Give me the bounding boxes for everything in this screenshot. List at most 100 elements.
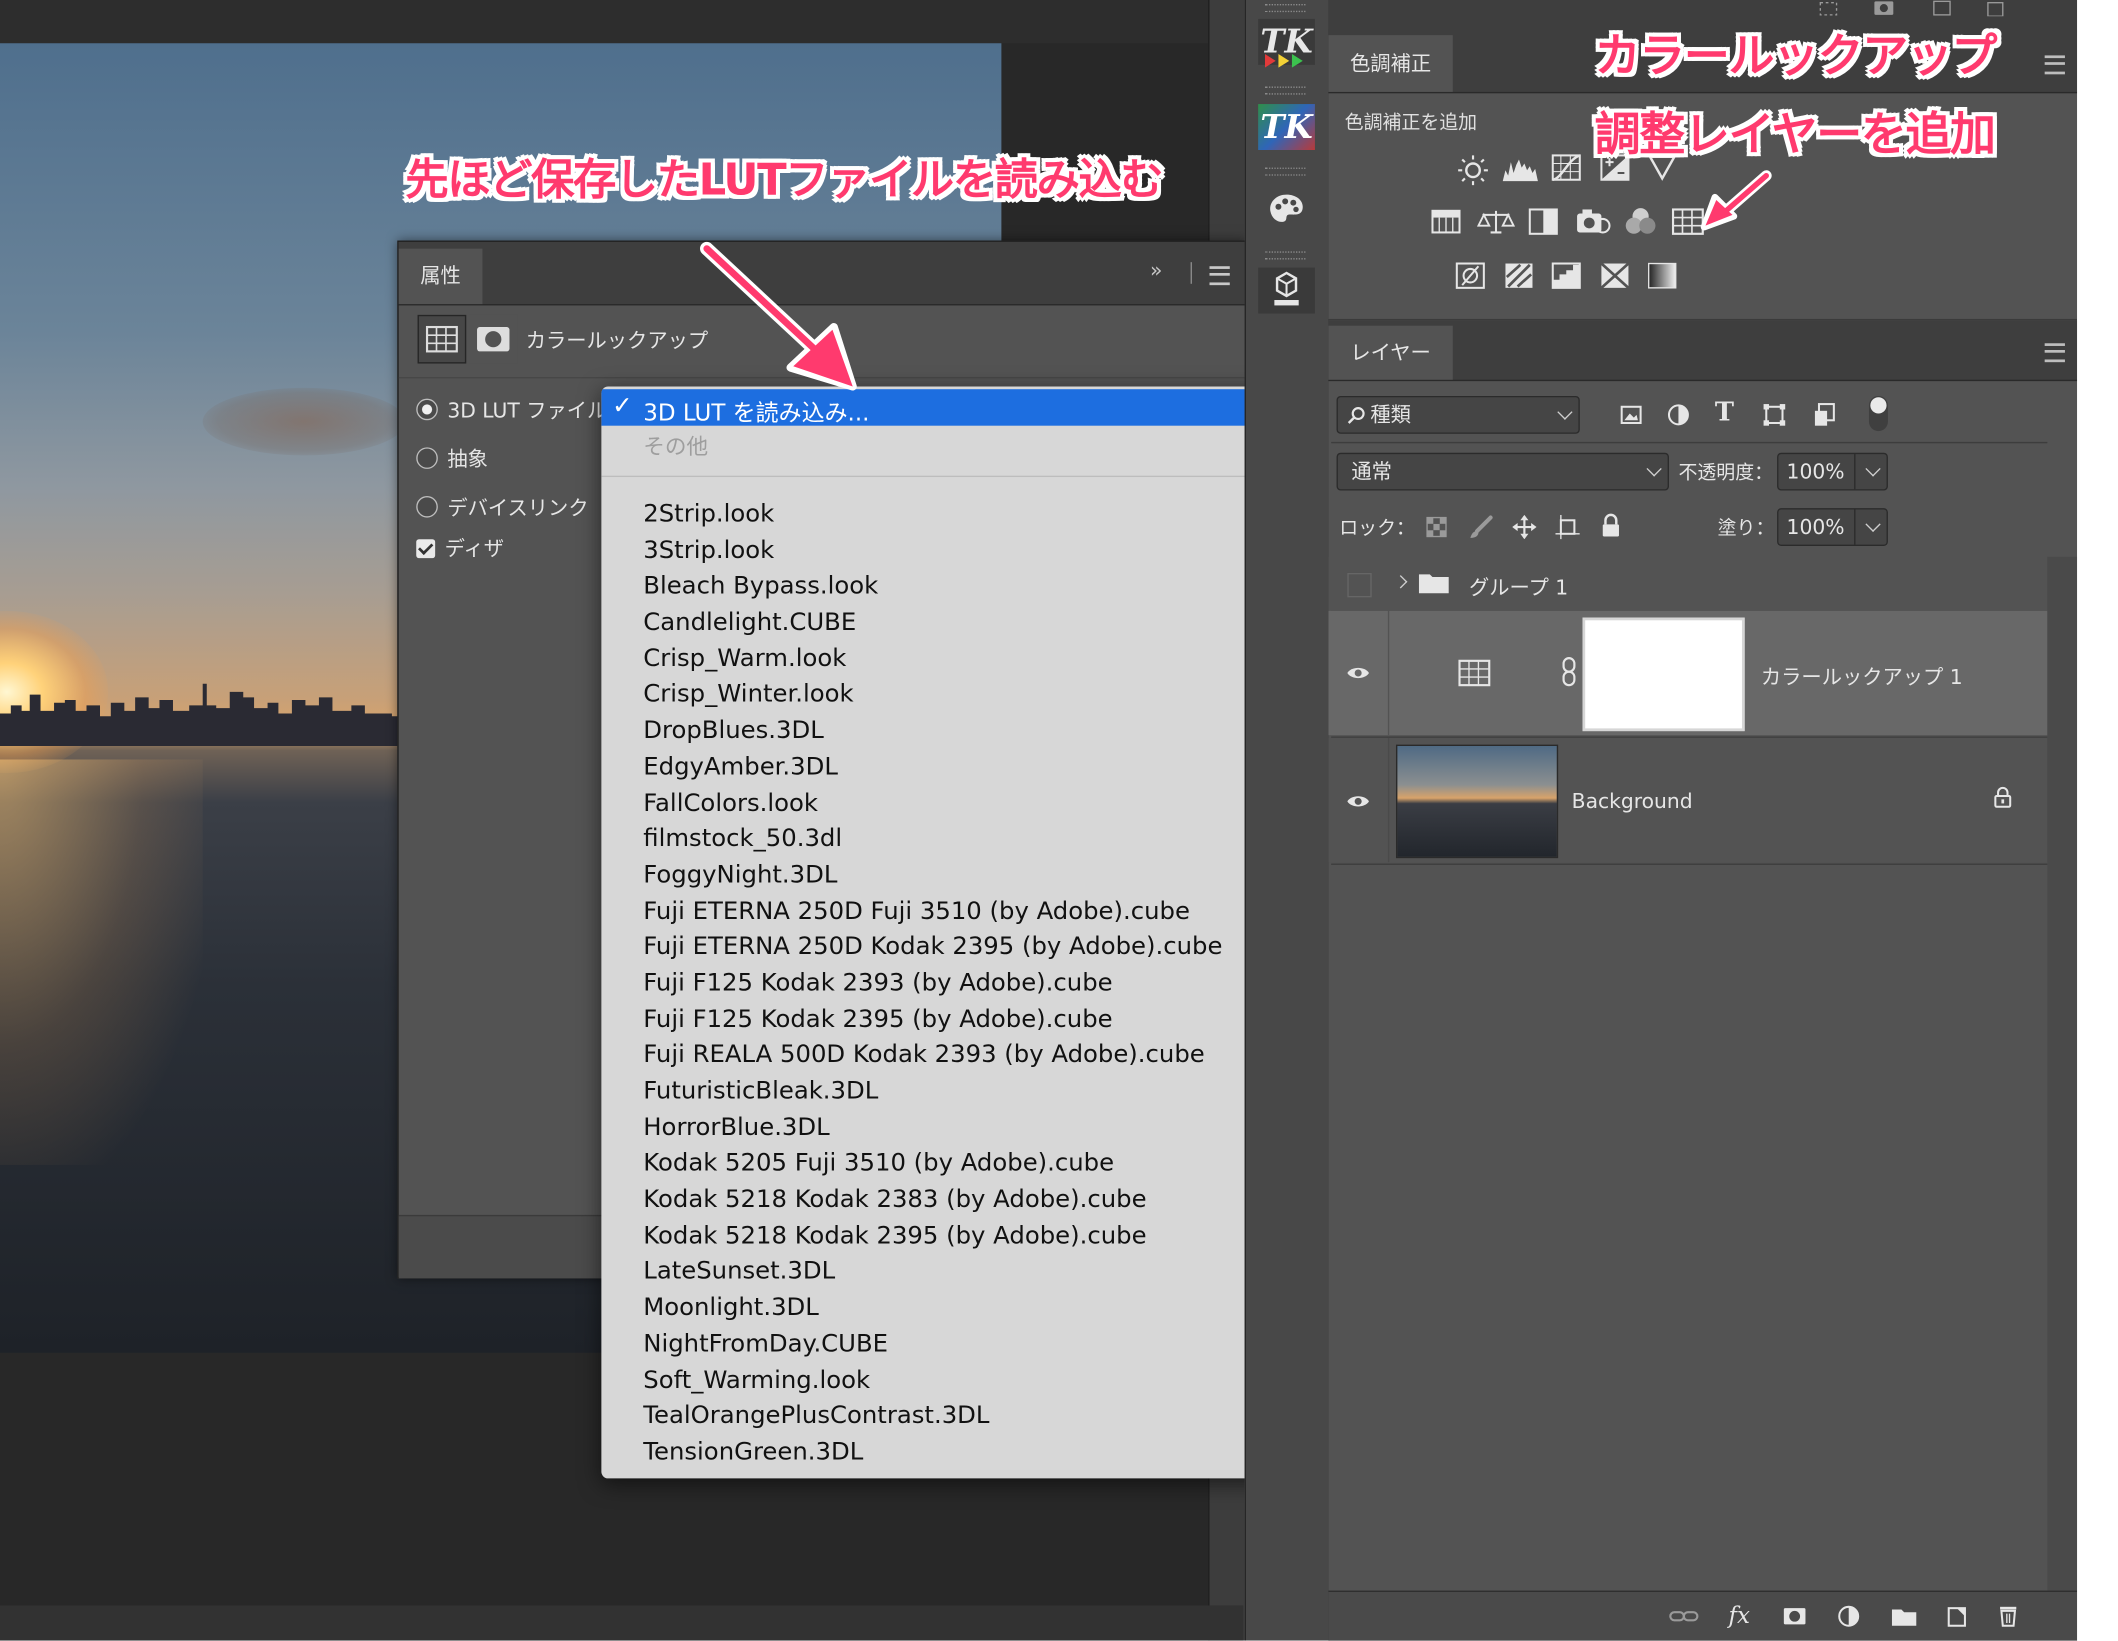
- menu-item[interactable]: Bleach Bypass.look: [643, 569, 1222, 605]
- posterize-icon[interactable]: [1504, 262, 1534, 289]
- 3d-panel-button[interactable]: [1258, 267, 1315, 314]
- menu-item[interactable]: filmstock_50.3dl: [643, 822, 1222, 858]
- menu-item[interactable]: NightFromDay.CUBE: [643, 1327, 1222, 1363]
- tab-adjustments[interactable]: 色調補正: [1328, 35, 1453, 92]
- menu-item[interactable]: Kodak 5218 Kodak 2383 (by Adobe).cube: [643, 1183, 1222, 1219]
- grip[interactable]: [1264, 251, 1306, 260]
- lock-artboard-icon[interactable]: [1555, 514, 1580, 540]
- layer-row-background[interactable]: Background: [1328, 737, 2048, 863]
- black-white-icon[interactable]: [1528, 208, 1558, 235]
- lut-dropdown-menu[interactable]: ✓ 3D LUT を読み込み... その他 2Strip.look 3Strip…: [601, 386, 1324, 1479]
- gradient-map-icon[interactable]: [1647, 262, 1677, 289]
- color-balance-icon[interactable]: [1477, 208, 1515, 235]
- grip[interactable]: [1264, 4, 1306, 13]
- menu-item[interactable]: FuturisticBleak.3DL: [643, 1074, 1222, 1110]
- radio-button[interactable]: [416, 398, 438, 421]
- panel-menu-icon[interactable]: [2044, 343, 2065, 363]
- radio-button[interactable]: [416, 447, 438, 469]
- tab-properties[interactable]: 属性: [398, 248, 483, 305]
- menu-item[interactable]: Fuji REALA 500D Kodak 2393 (by Adobe).cu…: [643, 1038, 1222, 1074]
- menu-item[interactable]: 3Strip.look: [643, 533, 1222, 569]
- tab-layers[interactable]: レイヤー: [1328, 325, 1453, 380]
- visibility-toggle-empty[interactable]: [1347, 572, 1372, 598]
- grip[interactable]: [1264, 86, 1306, 95]
- tk-panel-button-2[interactable]: TK: [1258, 104, 1315, 151]
- option-device-link[interactable]: デバイスリンク: [416, 493, 589, 523]
- eye-icon[interactable]: [1346, 793, 1370, 809]
- lock-transparent-pixels-icon[interactable]: [1424, 515, 1448, 539]
- lock-position-icon[interactable]: [1512, 514, 1537, 540]
- menu-item[interactable]: DropBlues.3DL: [643, 714, 1222, 750]
- palette-icon[interactable]: [1268, 192, 1306, 227]
- checkbox[interactable]: [416, 539, 436, 559]
- hue-saturation-icon[interactable]: [1431, 208, 1461, 235]
- type-layer-filter-icon[interactable]: T: [1715, 397, 1734, 427]
- menu-item[interactable]: FoggyNight.3DL: [643, 858, 1222, 894]
- lock-image-pixels-icon[interactable]: [1469, 515, 1493, 539]
- menu-item[interactable]: HorrorBlue.3DL: [643, 1110, 1222, 1146]
- option-3d-lut-file[interactable]: 3D LUT ファイル: [416, 396, 607, 426]
- menu-item[interactable]: Fuji F125 Kodak 2395 (by Adobe).cube: [643, 1002, 1222, 1038]
- chevron-right-icon[interactable]: [1394, 575, 1408, 589]
- option-abstract[interactable]: 抽象: [416, 445, 488, 475]
- shape-layer-filter-icon[interactable]: [1762, 403, 1786, 427]
- layer-filter-select[interactable]: 種類: [1336, 395, 1580, 434]
- menu-item[interactable]: Crisp_Winter.look: [643, 678, 1222, 714]
- link-icon[interactable]: [1561, 657, 1577, 687]
- menu-item[interactable]: Moonlight.3DL: [643, 1291, 1222, 1327]
- menu-item[interactable]: EdgyAmber.3DL: [643, 750, 1222, 786]
- filter-toggle[interactable]: [1868, 395, 1888, 432]
- blend-mode-select[interactable]: 通常: [1336, 452, 1669, 491]
- smart-object-filter-icon[interactable]: [1812, 403, 1836, 427]
- link-layers-icon[interactable]: [1669, 1605, 1699, 1627]
- new-group-icon[interactable]: [1891, 1605, 1918, 1627]
- new-layer-icon[interactable]: [1945, 1605, 1969, 1627]
- lut-grid-icon[interactable]: [417, 314, 467, 364]
- menu-item[interactable]: Kodak 5218 Kodak 2395 (by Adobe).cube: [643, 1219, 1222, 1255]
- layer-row-color-lookup[interactable]: カラールックアップ 1: [1328, 610, 2048, 736]
- layer-row-group[interactable]: グループ 1: [1328, 556, 2048, 611]
- invert-icon[interactable]: [1455, 262, 1485, 289]
- layer-mask-thumbnail[interactable]: [1582, 617, 1745, 732]
- new-adjustment-layer-icon[interactable]: [1837, 1605, 1861, 1627]
- grip[interactable]: [1264, 167, 1306, 176]
- canvas-scrollbar-horizontal[interactable]: [0, 1605, 1244, 1641]
- chevron-down-icon: [1557, 404, 1573, 420]
- menu-item[interactable]: Soft_Warming.look: [643, 1363, 1222, 1399]
- threshold-icon[interactable]: [1551, 262, 1581, 289]
- menu-item[interactable]: Kodak 5205 Fuji 3510 (by Adobe).cube: [643, 1146, 1222, 1182]
- channel-mixer-icon[interactable]: [1623, 205, 1658, 237]
- pixel-layer-filter-icon[interactable]: [1619, 403, 1643, 427]
- menu-item[interactable]: Crisp_Warm.look: [643, 642, 1222, 678]
- layer-mask-icon[interactable]: [468, 314, 518, 364]
- opacity-field[interactable]: 100%: [1777, 452, 1888, 491]
- menu-item[interactable]: Fuji F125 Kodak 2393 (by Adobe).cube: [643, 966, 1222, 1002]
- panel-menu-icon[interactable]: [1209, 266, 1230, 286]
- option-dither[interactable]: ディザ: [416, 534, 504, 564]
- menu-item[interactable]: 2Strip.look: [643, 497, 1222, 533]
- panel-menu-icon[interactable]: [2044, 55, 2065, 75]
- menu-item[interactable]: LateSunset.3DL: [643, 1255, 1222, 1291]
- menu-item[interactable]: TensionGreen.3DL: [643, 1435, 1222, 1471]
- fx-icon[interactable]: fx: [1728, 1603, 1749, 1630]
- menu-item[interactable]: Fuji ETERNA 250D Kodak 2395 (by Adobe).c…: [643, 930, 1222, 966]
- add-mask-icon[interactable]: [1782, 1605, 1806, 1627]
- selective-color-icon[interactable]: [1600, 262, 1630, 289]
- curves-icon[interactable]: [1551, 154, 1581, 181]
- brightness-contrast-icon[interactable]: [1455, 154, 1490, 186]
- menu-item[interactable]: FallColors.look: [643, 786, 1222, 822]
- delete-layer-icon[interactable]: [1996, 1605, 2020, 1627]
- radio-button[interactable]: [416, 495, 438, 518]
- background-thumbnail[interactable]: [1395, 744, 1559, 859]
- photo-filter-icon[interactable]: [1576, 208, 1611, 235]
- layers-scrollbar[interactable]: [2047, 556, 2078, 1591]
- menu-item[interactable]: TealOrangePlusContrast.3DL: [643, 1399, 1222, 1435]
- adjustment-layer-filter-icon[interactable]: [1666, 403, 1690, 427]
- menu-item[interactable]: Fuji ETERNA 250D Fuji 3510 (by Adobe).cu…: [643, 894, 1222, 930]
- menu-item[interactable]: Candlelight.CUBE: [643, 606, 1222, 642]
- levels-icon[interactable]: [1501, 154, 1539, 184]
- collapse-panel-icon[interactable]: »: [1150, 258, 1162, 282]
- eye-icon[interactable]: [1346, 665, 1370, 681]
- lock-all-icon[interactable]: [1599, 513, 1623, 538]
- fill-field[interactable]: 100%: [1777, 508, 1888, 546]
